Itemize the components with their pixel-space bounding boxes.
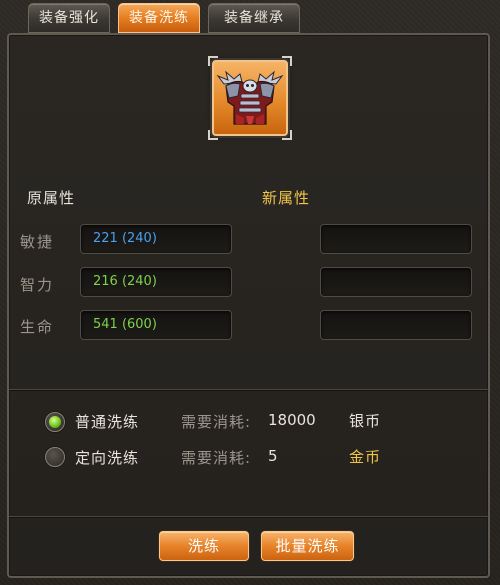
normal-refine-label[interactable]: 普通洗练 [75, 411, 139, 432]
refine-window: 装备强化 装备洗练 装备继承 原属性 新属性 敏捷 221 (240) 智力 2… [0, 0, 500, 585]
stat-label-agility: 敏捷 [20, 233, 55, 251]
divider [9, 516, 488, 517]
old-attributes-header: 原属性 [27, 189, 76, 207]
stat-label-intellect: 智力 [20, 276, 55, 294]
new-attributes-header: 新属性 [262, 189, 311, 207]
directed-cost-value: 5 [268, 447, 278, 465]
tab-inherit[interactable]: 装备继承 [208, 3, 300, 33]
directed-cost-label: 需要消耗: [181, 449, 252, 467]
tab-enhance[interactable]: 装备强化 [28, 3, 110, 33]
intellect-old-value: 216 (240) [80, 267, 232, 297]
tab-refine[interactable]: 装备洗练 [118, 3, 200, 33]
refine-button[interactable]: 洗练 [159, 531, 249, 561]
life-old-value: 541 (600) [80, 310, 232, 340]
batch-refine-button[interactable]: 批量洗练 [261, 531, 354, 561]
divider [9, 389, 488, 390]
agility-old-value: 221 (240) [80, 224, 232, 254]
life-new-value [320, 310, 472, 340]
normal-cost-value: 18000 [268, 411, 316, 429]
armor-icon [216, 70, 284, 125]
directed-refine-radio[interactable] [45, 447, 65, 467]
item-slot[interactable] [208, 56, 292, 140]
normal-cost-label: 需要消耗: [181, 413, 252, 431]
silver-currency: 银币 [349, 412, 382, 430]
refine-panel: 原属性 新属性 敏捷 221 (240) 智力 216 (240) 生命 541… [7, 33, 490, 578]
gold-currency: 金币 [349, 448, 382, 466]
stat-label-life: 生命 [20, 318, 55, 336]
agility-new-value [320, 224, 472, 254]
normal-refine-radio[interactable] [45, 412, 65, 432]
directed-refine-label[interactable]: 定向洗练 [75, 447, 139, 468]
intellect-new-value [320, 267, 472, 297]
